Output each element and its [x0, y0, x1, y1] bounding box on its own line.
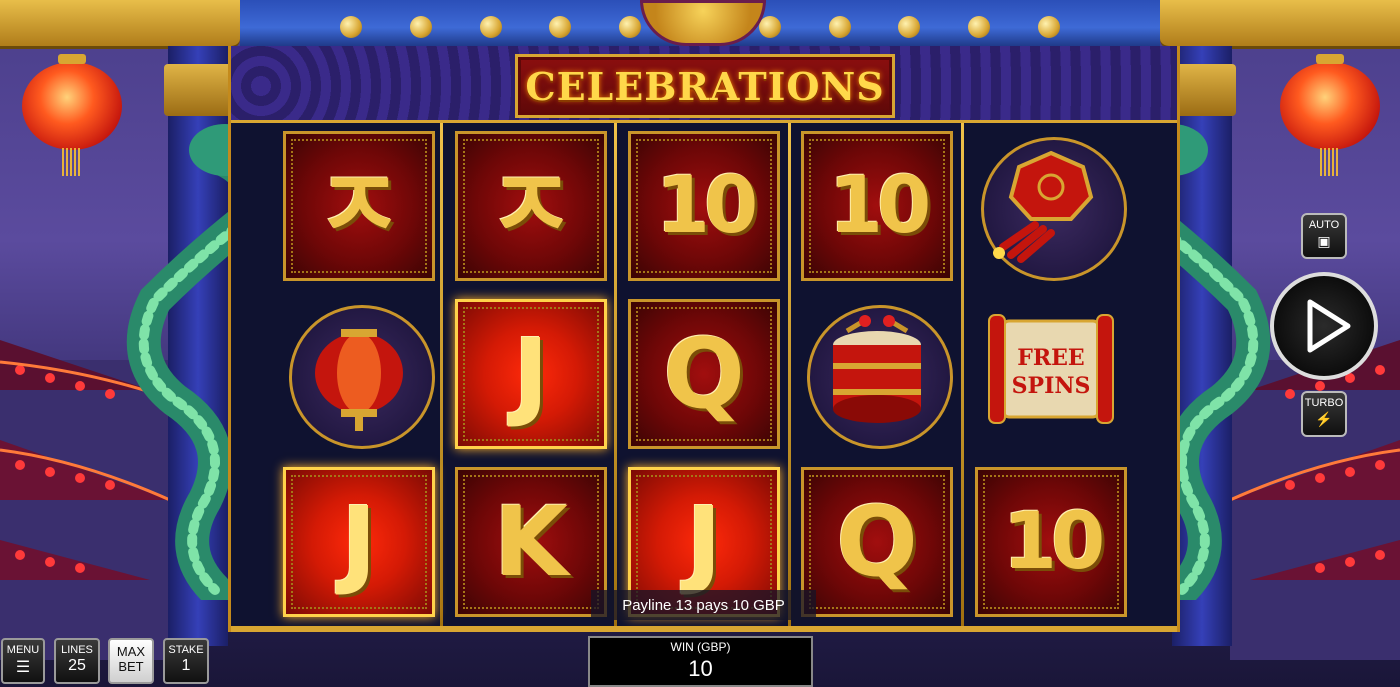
lines-button[interactable]: LINES 25 — [54, 638, 100, 684]
stake-button[interactable]: STAKE 1 — [163, 638, 209, 684]
autoplay-icon: ▣ — [1317, 233, 1331, 249]
lantern-right — [1280, 54, 1380, 176]
reel-grid: ㅈ J ㅈ J K 10 Q J 10 Q FREE SPINS 10 — [231, 123, 1177, 626]
symbol-10: 10 — [797, 127, 957, 285]
lantern-left — [22, 54, 122, 176]
reel-separator — [440, 123, 443, 626]
symbol-k: K — [451, 463, 611, 621]
drum-icon — [833, 315, 921, 423]
lines-value: 25 — [68, 657, 86, 674]
symbol-q-glyph: Q — [836, 486, 918, 598]
symbol-a-glyph: ㅈ — [314, 150, 404, 262]
symbol-10-glyph: 10 — [828, 161, 932, 251]
reel-bottom-rule — [231, 626, 1177, 632]
free-spins-label-top: FREE — [1017, 345, 1084, 371]
menu-label: MENU — [6, 644, 40, 656]
lines-label: LINES — [61, 644, 93, 656]
game-scene: CELEBRATIONS ㅈ J ㅈ J K 10 Q J 10 Q FREE … — [0, 0, 1400, 687]
autoplay-button[interactable]: AUTO ▣ — [1301, 213, 1347, 259]
max-bet-label-top: MAX — [116, 644, 146, 659]
win-display: WIN (GBP) 10 — [588, 636, 813, 687]
autoplay-label: AUTO — [1308, 219, 1340, 231]
play-icon — [1307, 299, 1351, 353]
hamburger-icon: ☰ — [15, 659, 31, 676]
symbol-j-highlighted: J — [279, 463, 439, 621]
stake-value: 1 — [181, 657, 191, 674]
symbol-q-glyph: Q — [663, 318, 745, 430]
reel-frame: CELEBRATIONS ㅈ J ㅈ J K 10 Q J 10 Q FREE … — [228, 46, 1180, 632]
reel-separator — [961, 123, 964, 626]
gate-beam-right — [1160, 0, 1400, 49]
symbol-free-spins: FREE SPINS — [971, 295, 1131, 453]
free-spins-scroll-icon: FREE SPINS — [988, 314, 1114, 424]
reel-separator — [614, 123, 617, 626]
symbol-j-glyph: J — [513, 318, 549, 430]
turbo-button[interactable]: TURBO ⚡ — [1301, 391, 1347, 437]
symbol-lantern — [279, 295, 439, 453]
turbo-label: TURBO — [1304, 397, 1344, 409]
symbol-a: ㅈ — [451, 127, 611, 285]
symbol-q: Q — [797, 463, 957, 621]
free-spins-label-bottom: SPINS — [1012, 373, 1091, 399]
win-label: WIN (GBP) — [670, 640, 731, 654]
firecracker-icon — [993, 150, 1094, 263]
max-bet-label-bottom: BET — [118, 659, 144, 674]
title-band: CELEBRATIONS — [231, 46, 1177, 123]
win-value: 10 — [688, 656, 713, 681]
symbol-j-glyph: J — [686, 486, 722, 598]
game-title-plate: CELEBRATIONS — [515, 54, 895, 118]
symbol-j-glyph: J — [341, 486, 377, 598]
reel-separator — [788, 123, 791, 626]
stake-label: STAKE — [168, 644, 204, 656]
symbol-10: 10 — [624, 127, 784, 285]
payline-message: Payline 13 pays 10 GBP — [591, 590, 816, 620]
gate-beam-left — [0, 0, 240, 49]
symbol-q: Q — [624, 295, 784, 453]
symbol-drum — [797, 295, 957, 453]
game-title: CELEBRATIONS — [525, 63, 885, 109]
menu-button[interactable]: MENU ☰ — [1, 638, 45, 684]
symbol-10-glyph: 10 — [1002, 497, 1106, 587]
symbol-a: ㅈ — [279, 127, 439, 285]
lightning-icon: ⚡ — [1315, 411, 1333, 427]
symbol-j-highlighted: J — [451, 295, 611, 453]
lantern-icon — [315, 329, 403, 431]
max-bet-button[interactable]: MAX BET — [108, 638, 154, 684]
symbol-a-glyph: ㅈ — [486, 150, 576, 262]
symbol-10-glyph: 10 — [655, 161, 759, 251]
symbol-firecracker — [971, 127, 1131, 285]
spin-button[interactable] — [1270, 272, 1378, 380]
symbol-k-glyph: K — [493, 486, 569, 598]
symbol-10: 10 — [971, 463, 1131, 621]
